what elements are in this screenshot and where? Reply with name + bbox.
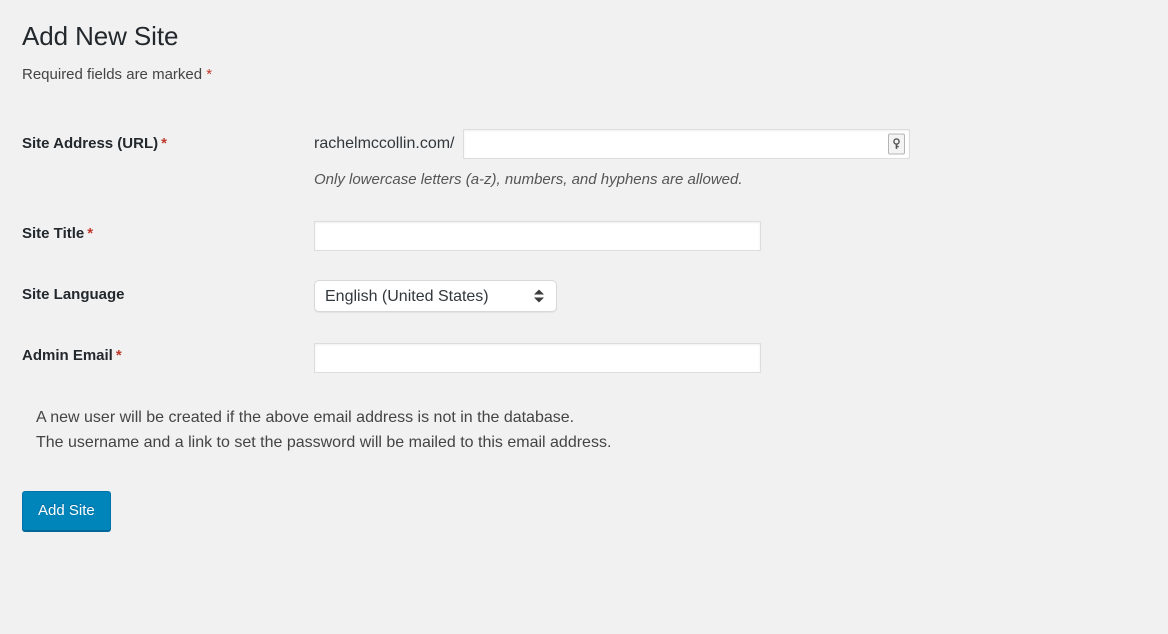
field-site-address: rachelmccollin.com/ (314, 116, 1122, 205)
required-fields-note: Required fields are marked * (22, 62, 1168, 87)
form-row-site-language: Site Language English (United States) (22, 266, 1122, 327)
site-address-input[interactable] (463, 129, 910, 159)
site-address-help-text: Only lowercase letters (a-z), numbers, a… (314, 169, 1112, 190)
label-site-title-text: Site Title (22, 225, 84, 242)
admin-email-input[interactable] (314, 343, 761, 373)
label-site-language-text: Site Language (22, 286, 125, 303)
site-title-input[interactable] (314, 221, 761, 251)
form-row-admin-email: Admin Email* (22, 327, 1122, 388)
required-fields-note-text: Required fields are marked (22, 66, 202, 83)
field-admin-email (314, 327, 1122, 388)
label-admin-email-text: Admin Email (22, 347, 113, 364)
add-site-button[interactable]: Add Site (22, 491, 111, 531)
label-site-address-text: Site Address (URL) (22, 135, 158, 152)
form-row-site-address: Site Address (URL)* rachelmccollin.com/ (22, 116, 1122, 205)
site-address-domain-prefix: rachelmccollin.com/ (314, 134, 454, 155)
page-title: Add New Site (22, 0, 1168, 62)
add-site-form-table: Site Address (URL)* rachelmccollin.com/ (22, 116, 1122, 388)
field-site-language: English (United States) (314, 266, 1122, 327)
site-address-input-line: rachelmccollin.com/ (314, 129, 1112, 159)
label-admin-email: Admin Email* (22, 327, 314, 388)
label-site-address: Site Address (URL)* (22, 116, 314, 205)
site-language-select-wrapper: English (United States) (314, 280, 557, 312)
site-language-select[interactable]: English (United States) (314, 280, 557, 312)
submit-area: Add Site (22, 491, 1168, 531)
add-new-site-page: Add New Site Required fields are marked … (0, 0, 1168, 634)
form-row-site-title: Site Title* (22, 205, 1122, 266)
label-site-language: Site Language (22, 266, 314, 327)
label-site-title: Site Title* (22, 205, 314, 266)
label-site-address-required: * (161, 135, 167, 152)
label-site-title-required: * (87, 225, 93, 242)
required-marker-asterisk: * (206, 66, 212, 83)
admin-email-notice: A new user will be created if the above … (36, 406, 1168, 456)
key-icon[interactable] (888, 134, 905, 155)
site-address-field-holder (463, 129, 910, 159)
admin-email-notice-line-2: The username and a link to set the passw… (36, 431, 1168, 456)
field-site-title (314, 205, 1122, 266)
label-admin-email-required: * (116, 347, 122, 364)
admin-email-notice-line-1: A new user will be created if the above … (36, 406, 1168, 431)
